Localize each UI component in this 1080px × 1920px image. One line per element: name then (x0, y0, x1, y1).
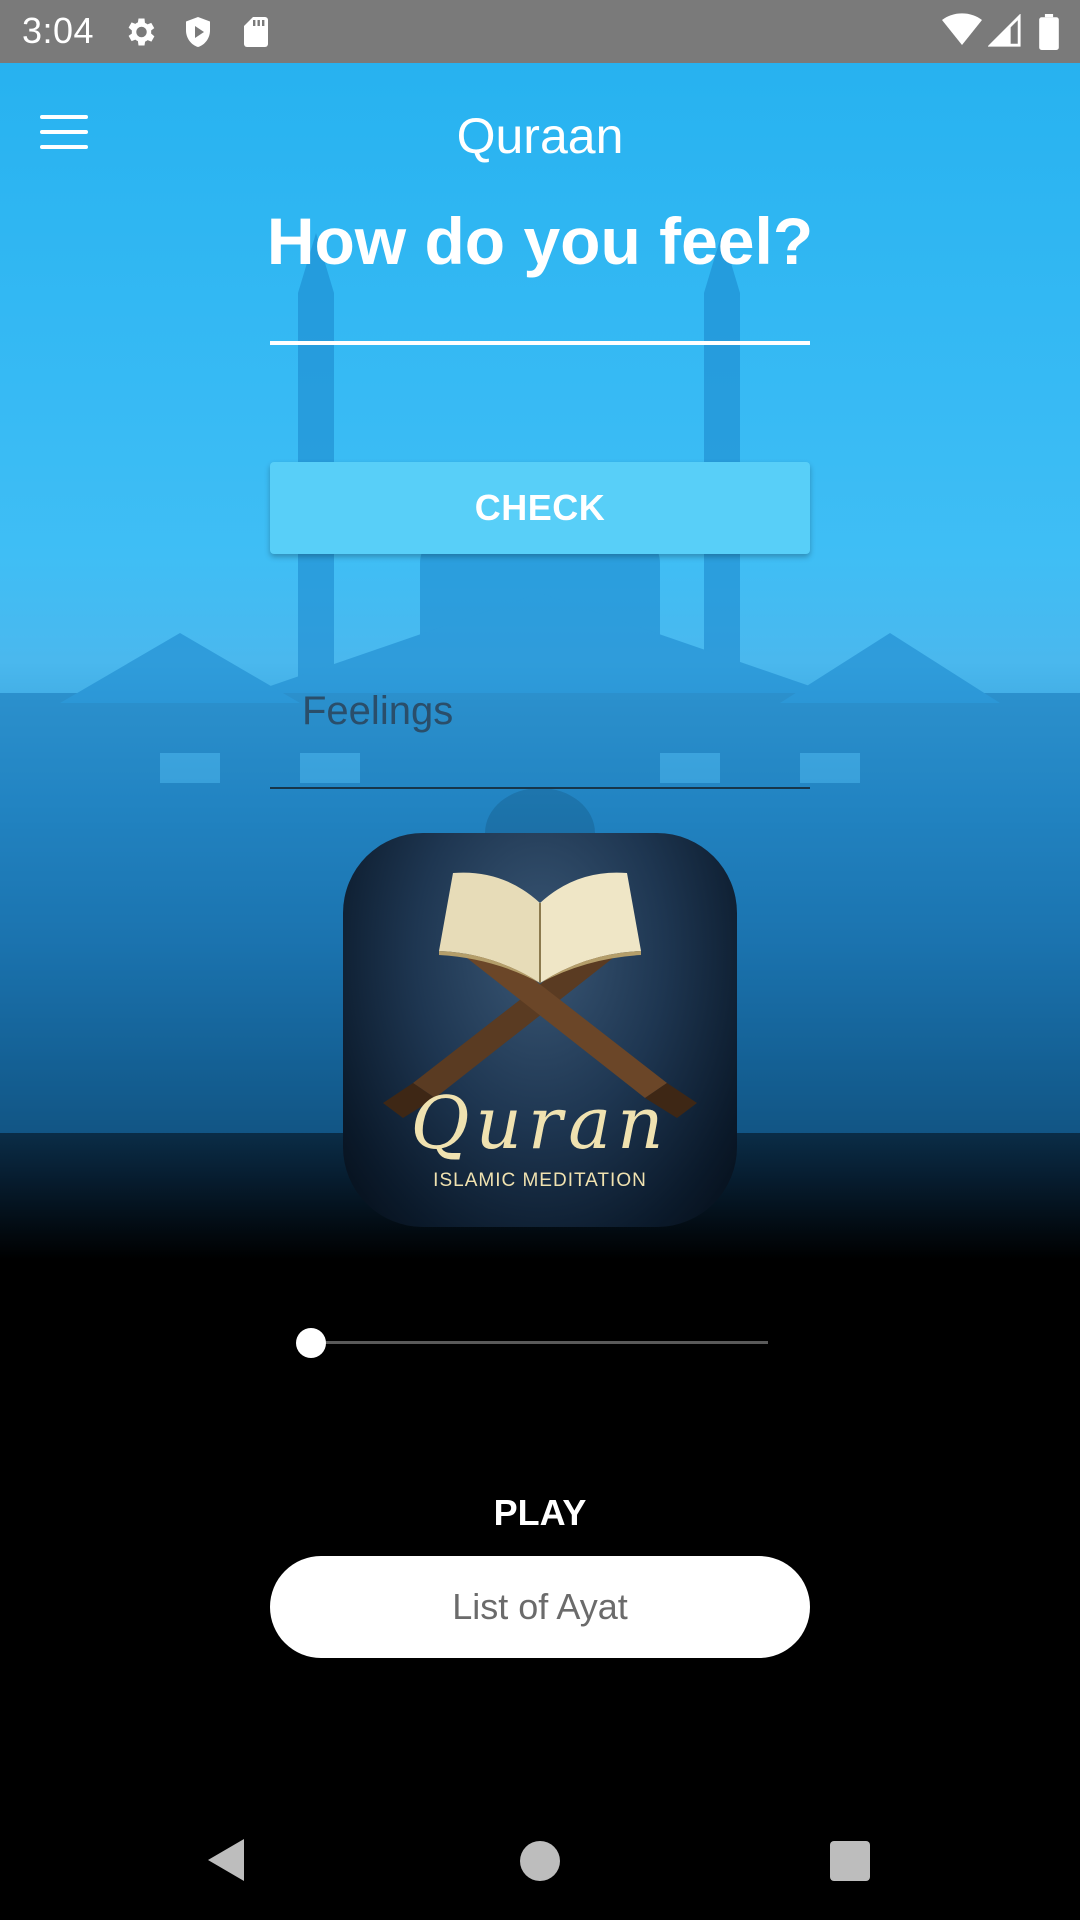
home-icon[interactable] (520, 1841, 560, 1881)
feelings-underline (270, 787, 810, 789)
status-bar: 3:04 (0, 0, 1080, 63)
album-cover-image: Quran ISLAMIC MEDITATION (343, 833, 737, 1227)
cover-subtitle: ISLAMIC MEDITATION (433, 1170, 647, 1191)
app-screen: Quraan How do you feel? CHECK Feelings Q… (0, 63, 1080, 1823)
gear-icon (128, 18, 155, 46)
feeling-input-underline (270, 341, 810, 345)
app-title: Quraan (456, 108, 624, 164)
wifi-icon (942, 13, 982, 46)
cover-title: Quran (410, 1081, 670, 1165)
shield-icon (186, 17, 210, 47)
feelings-field[interactable]: Feelings (302, 689, 453, 734)
seek-bar-thumb[interactable] (296, 1328, 326, 1358)
play-button[interactable]: PLAY (440, 1483, 640, 1543)
sd-card-icon (244, 17, 268, 47)
status-time: 3:04 (22, 10, 95, 51)
recents-icon[interactable] (830, 1841, 870, 1881)
feeling-input[interactable] (270, 263, 810, 341)
quran-book-stand-icon (383, 872, 697, 1118)
signal-icon (988, 14, 1021, 47)
app-bar: Quraan (0, 63, 1080, 213)
system-nav-bar (0, 1823, 1080, 1920)
seek-bar[interactable] (312, 1341, 768, 1344)
check-button[interactable]: CHECK (270, 462, 810, 554)
back-icon[interactable] (204, 1837, 248, 1883)
list-of-ayat-button[interactable]: List of Ayat (270, 1556, 810, 1658)
battery-icon (1039, 14, 1059, 50)
